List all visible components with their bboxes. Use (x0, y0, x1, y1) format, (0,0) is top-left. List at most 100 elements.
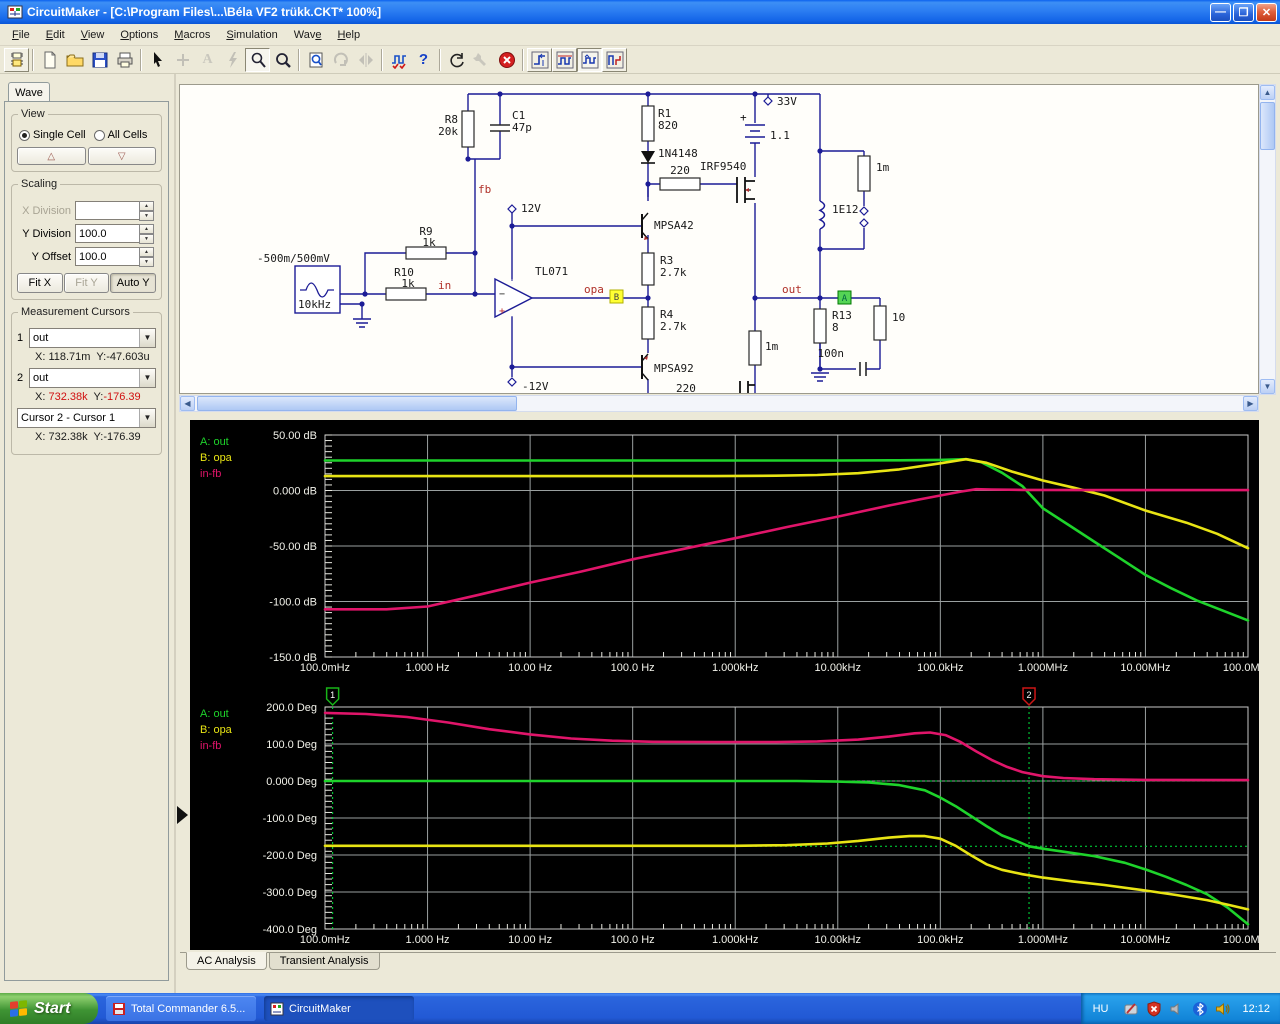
square-wave-icon (556, 51, 573, 68)
digital-waveform-button[interactable] (552, 47, 577, 72)
mixed-signal-button[interactable] (602, 47, 627, 72)
save-file-button[interactable] (87, 48, 112, 72)
menu-item-help[interactable]: Help (329, 26, 368, 44)
chart-phase-canvas[interactable]: 200.0 Deg 100.0 Deg 0.000 Deg -100.0 Deg -20… (190, 687, 1273, 955)
rotate-button[interactable] (328, 48, 353, 72)
y-offset-spinner[interactable]: ▲ ▼ (139, 247, 154, 267)
waveform-splitter-handle[interactable] (177, 806, 188, 824)
text-tool-glyph: A (202, 51, 213, 67)
radio-all-cells[interactable]: All Cells (93, 129, 147, 141)
radio-all-cells-circle[interactable] (93, 129, 105, 141)
toolbar: A ? (0, 46, 1280, 74)
y-offset-input[interactable] (75, 247, 139, 266)
wire-tool[interactable] (170, 48, 195, 72)
circuitmaker-app-icon (7, 5, 23, 19)
zoom-window-button[interactable] (303, 48, 328, 72)
open-file-button[interactable] (62, 48, 87, 72)
svg-text:1.1: 1.1 (770, 129, 790, 142)
schematic-canvas[interactable]: + − + R8 20k C1 47p R9 1k R10 1k -500m/5… (180, 85, 1258, 395)
setup-wrench-button[interactable] (469, 48, 494, 72)
cell-up-button[interactable]: △ (17, 147, 86, 165)
cursor2-signal-combo[interactable]: out ▼ (29, 368, 156, 388)
y-division-input[interactable] (75, 224, 139, 243)
menu-item-file[interactable]: File (4, 26, 38, 44)
digital-analog-button[interactable] (386, 48, 411, 72)
probe-tool[interactable] (245, 47, 270, 72)
svg-text:1k: 1k (401, 277, 415, 290)
schematic-vertical-scrollbar[interactable]: ▲ ▼ (1259, 84, 1276, 395)
analyses-window-button[interactable] (577, 47, 602, 72)
x-axis-tick-label: 100.0MHz (1223, 662, 1259, 674)
auto-y-button[interactable]: Auto Y (110, 273, 157, 293)
cursor-marker-2[interactable]: 2 (1022, 687, 1036, 707)
select-arrow-tool[interactable] (145, 48, 170, 72)
tab-transient-analysis[interactable]: Transient Analysis (268, 953, 380, 970)
menu-item-view[interactable]: View (73, 26, 113, 44)
start-button[interactable]: Start (0, 993, 98, 1024)
pen-tablet-icon[interactable] (1123, 1001, 1139, 1017)
fit-y-button[interactable]: Fit Y (63, 273, 110, 293)
bluetooth-icon[interactable] (1192, 1001, 1208, 1017)
tab-wave[interactable]: Wave (8, 82, 50, 102)
vertical-scroll-thumb[interactable] (1260, 102, 1275, 150)
y-division-spinner[interactable]: ▲ ▼ (139, 224, 154, 244)
cursor1-signal-value: out (33, 332, 49, 344)
svg-text:1N4148: 1N4148 (658, 147, 698, 160)
menu-item-simulation[interactable]: Simulation (218, 26, 285, 44)
chevron-down-icon[interactable]: ▼ (139, 409, 155, 427)
schematic-view[interactable]: + − + R8 20k C1 47p R9 1k R10 1k -500m/5… (179, 84, 1259, 395)
reset-button[interactable] (444, 48, 469, 72)
menu-item-wave[interactable]: Wave (286, 26, 330, 44)
chevron-down-icon[interactable]: ▼ (139, 369, 155, 387)
schematic-horizontal-scrollbar[interactable]: ◀ ▶ (179, 395, 1259, 412)
text-tool[interactable]: A (195, 48, 220, 72)
horizontal-scroll-thumb[interactable] (197, 396, 517, 411)
delete-tool[interactable] (220, 48, 245, 72)
minimize-button[interactable]: — (1210, 2, 1231, 22)
volume-muted-icon[interactable] (1169, 1001, 1185, 1017)
x-division-spinner[interactable]: ▲ ▼ (139, 201, 154, 221)
x-axis-tick-label: 10.00 Hz (508, 934, 552, 946)
svg-text:220: 220 (670, 164, 690, 177)
help-button[interactable]: ? (411, 48, 436, 72)
chart-gain-canvas[interactable]: 50.00 dB0.000 dB-50.00 dB-100.0 dB-150.0… (190, 420, 1273, 682)
cursor1-signal-combo[interactable]: out ▼ (29, 328, 156, 348)
stop-simulation-button[interactable] (494, 48, 519, 72)
svg-text:TL071: TL071 (535, 265, 568, 278)
scroll-left-arrow[interactable]: ◀ (180, 396, 195, 411)
fit-x-button[interactable]: Fit X (17, 273, 63, 293)
cell-down-button[interactable]: ▽ (87, 147, 156, 165)
cursor-diff-combo[interactable]: Cursor 2 - Cursor 1 ▼ (17, 408, 156, 428)
x-division-input[interactable] (75, 201, 139, 220)
restore-button[interactable]: ❐ (1233, 2, 1254, 22)
volume-icon[interactable] (1215, 1001, 1231, 1017)
radio-single-cell[interactable]: Single Cell (19, 129, 86, 141)
probe-marker-a[interactable]: A (837, 290, 852, 305)
language-indicator[interactable]: HU (1093, 1003, 1117, 1015)
parts-browser-button[interactable] (4, 47, 29, 72)
y-axis-tick-label: -300.0 Deg (263, 887, 317, 899)
close-button[interactable]: ✕ (1256, 2, 1277, 22)
radio-single-cell-circle[interactable] (19, 129, 30, 141)
scroll-right-arrow[interactable]: ▶ (1243, 396, 1258, 411)
menu-item-options[interactable]: Options (112, 26, 166, 44)
scroll-down-arrow[interactable]: ▼ (1260, 379, 1275, 394)
zoom-tool[interactable] (270, 48, 295, 72)
menu-item-edit[interactable]: Edit (38, 26, 73, 44)
taskbar-item-total-commander[interactable]: Total Commander 6.5... (106, 996, 256, 1021)
new-file-button[interactable] (37, 48, 62, 72)
cursor-marker-1[interactable]: 1 (325, 687, 340, 707)
cursor1-index: 1 (17, 332, 24, 344)
menu-item-macros[interactable]: Macros (166, 26, 218, 44)
scroll-up-arrow[interactable]: ▲ (1260, 85, 1275, 100)
taskbar-item-circuitmaker[interactable]: CircuitMaker (264, 996, 414, 1021)
chevron-down-icon[interactable]: ▼ (139, 329, 155, 347)
transient-setup-button[interactable] (527, 47, 552, 72)
schematic-resistors (385, 105, 887, 366)
tab-ac-analysis[interactable]: AC Analysis (186, 952, 267, 970)
security-shield-icon[interactable] (1146, 1000, 1162, 1017)
mirror-button[interactable] (353, 48, 378, 72)
probe-marker-b[interactable]: B (609, 289, 624, 304)
x-axis-tick-label: 1.000MHz (1018, 934, 1068, 946)
print-button[interactable] (112, 48, 137, 72)
